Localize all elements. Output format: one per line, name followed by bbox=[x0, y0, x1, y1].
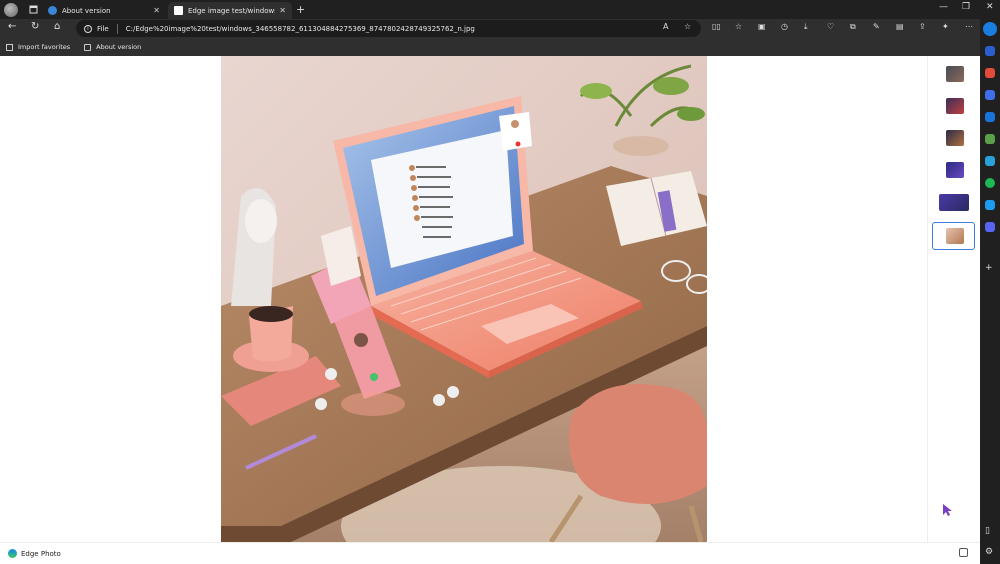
shopping-icon[interactable] bbox=[985, 68, 995, 78]
favorites-icon[interactable]: ☆ bbox=[735, 22, 742, 31]
performance-icon[interactable]: ♡ bbox=[827, 22, 834, 31]
address-bar[interactable]: i File C:/Edge%20image%20test/windows_34… bbox=[76, 20, 701, 37]
thumbnail-strip bbox=[927, 56, 980, 542]
refresh-button[interactable]: ↻ bbox=[31, 21, 39, 32]
favorite-label: About version bbox=[96, 43, 142, 51]
fullscreen-icon[interactable] bbox=[959, 548, 968, 557]
site-info-icon[interactable]: i bbox=[84, 24, 92, 33]
app-name: Edge Photo bbox=[21, 549, 61, 558]
tab-title: About version bbox=[62, 6, 111, 15]
tab-close-icon[interactable]: ✕ bbox=[153, 6, 160, 15]
photo-viewer bbox=[0, 56, 980, 542]
tab-actions-icon[interactable] bbox=[26, 3, 40, 17]
favorite-about-version[interactable]: About version bbox=[84, 43, 141, 51]
discord-icon[interactable] bbox=[985, 222, 995, 232]
telegram-icon[interactable] bbox=[985, 156, 995, 166]
add-sidebar-app-icon[interactable]: + bbox=[985, 263, 993, 273]
edge-photo-logo-icon bbox=[8, 549, 17, 558]
thumbnail-2[interactable] bbox=[946, 98, 964, 114]
collections-icon[interactable]: ▣ bbox=[758, 22, 766, 31]
tab-title: Edge image test/windows_346558782_611304… bbox=[188, 6, 275, 15]
copilot-icon[interactable] bbox=[983, 22, 997, 36]
screenshot-icon[interactable]: ⧉ bbox=[850, 22, 856, 32]
sidebar-toggle-icon[interactable]: ▤ bbox=[896, 22, 904, 31]
games-icon[interactable] bbox=[985, 134, 995, 144]
url-text[interactable]: C:/Edge%20image%20test/windows_346558782… bbox=[126, 25, 475, 33]
tab-about-version[interactable]: About version ✕ bbox=[42, 2, 166, 19]
status-bar: Edge Photo bbox=[0, 542, 980, 564]
outlook-icon[interactable] bbox=[985, 112, 995, 122]
scheme-label: File bbox=[97, 24, 109, 33]
import-favorites-icon bbox=[6, 43, 13, 51]
sidebar-layout-icon[interactable]: ▯ bbox=[985, 526, 990, 536]
edit-icon[interactable]: ✎ bbox=[873, 22, 880, 31]
search-icon[interactable] bbox=[985, 46, 995, 56]
more-menu-icon[interactable]: ⋯ bbox=[965, 22, 973, 31]
tab-close-icon[interactable]: ✕ bbox=[279, 6, 286, 15]
thumbnail-1[interactable] bbox=[946, 66, 964, 82]
address-separator bbox=[116, 23, 118, 34]
favorites-bar: Import favorites About version bbox=[0, 38, 980, 56]
browser-window: About version ✕ Edge image test/windows_… bbox=[0, 0, 1000, 564]
thumbnail-5[interactable] bbox=[939, 194, 969, 211]
sidebar-settings-icon[interactable]: ⚙ bbox=[985, 547, 993, 557]
share-icon[interactable]: ⇪ bbox=[919, 22, 926, 31]
tools-icon[interactable] bbox=[985, 90, 995, 100]
desk-laptop-photo bbox=[221, 56, 707, 542]
downloads-icon[interactable]: ⤓ bbox=[804, 22, 808, 32]
window-close-button[interactable]: ✕ bbox=[986, 2, 994, 12]
new-tab-button[interactable]: + bbox=[296, 3, 305, 16]
extensions-icon[interactable]: ✦ bbox=[942, 22, 949, 31]
back-button[interactable]: ← bbox=[8, 21, 16, 32]
page-favicon-icon bbox=[174, 6, 183, 15]
edge-sidebar: + ▯ ⚙ bbox=[980, 19, 1000, 564]
profile-avatar[interactable] bbox=[4, 2, 18, 17]
thumbnail-3[interactable] bbox=[946, 130, 964, 146]
twitter-icon[interactable] bbox=[985, 200, 995, 210]
home-button[interactable]: ⌂ bbox=[54, 21, 60, 32]
mouse-cursor-icon bbox=[943, 504, 952, 516]
history-icon[interactable]: ◷ bbox=[781, 22, 788, 31]
favorite-import[interactable]: Import favorites bbox=[6, 43, 70, 51]
edge-favicon-icon bbox=[48, 6, 57, 15]
thumbnail-4[interactable] bbox=[946, 162, 964, 178]
tab-edge-image-test[interactable]: Edge image test/windows_346558782_611304… bbox=[168, 2, 292, 19]
spotify-icon[interactable] bbox=[985, 178, 995, 188]
main-photo[interactable] bbox=[221, 56, 707, 542]
read-aloud-icon[interactable]: A bbox=[663, 22, 668, 31]
split-screen-icon[interactable]: ▯▯ bbox=[712, 22, 721, 31]
restore-button[interactable]: ❐ bbox=[962, 2, 970, 12]
favorite-star-icon[interactable]: ☆ bbox=[684, 22, 691, 31]
favorite-label: Import favorites bbox=[18, 43, 71, 51]
navigation-toolbar: ← ↻ ⌂ i File C:/Edge%20image%20test/wind… bbox=[0, 19, 1000, 38]
page-icon bbox=[84, 43, 92, 51]
thumbnail-6-selected[interactable] bbox=[946, 228, 964, 244]
minimize-button[interactable]: — bbox=[939, 2, 948, 12]
